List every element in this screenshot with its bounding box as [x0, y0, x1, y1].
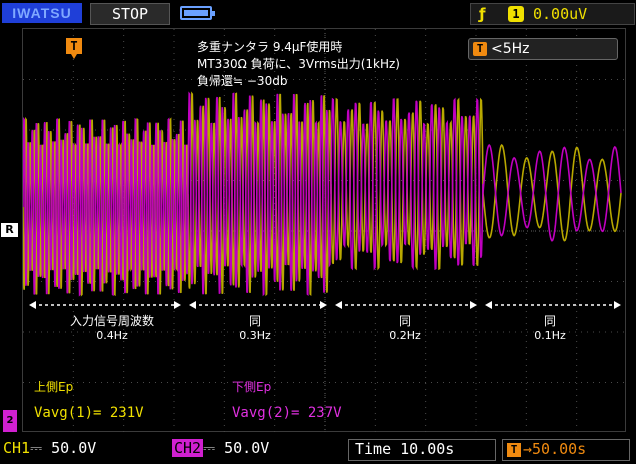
segment-arrow-right-icon — [320, 301, 327, 309]
reference-marker[interactable]: R — [1, 223, 18, 237]
delay-trigger-badge: T — [507, 442, 521, 457]
top-status-bar: IWATSU STOP ƒ 1 0.00uV — [0, 0, 636, 26]
bottom-status-bar: CH1⎓ 50.0V CH2 ⎓ 50.0V Time 10.00s T →50.0… — [0, 436, 636, 464]
upper-ep-label: 上側Ep — [34, 380, 74, 394]
segment-title: 入力信号周波数 — [69, 314, 154, 328]
battery-icon — [180, 6, 215, 20]
trigger-delay-box[interactable]: T →50.00s — [502, 439, 630, 461]
ch1-label: CH1 — [3, 439, 31, 457]
waveform-display[interactable] — [22, 28, 627, 433]
segment-arrow-left-icon — [29, 301, 36, 309]
waveform-plot — [23, 29, 627, 433]
segment-label-3: 同 0.2Hz — [350, 312, 460, 342]
segment-arrow-right-icon — [614, 301, 621, 309]
segment-label-4: 同 0.1Hz — [495, 312, 605, 342]
time-value: 10.00s — [400, 440, 455, 458]
trigger-position-marker[interactable]: T — [66, 38, 82, 59]
ch1-scale-box[interactable]: CH1⎓ 50.0V — [3, 439, 163, 461]
segment-title: 同 — [543, 314, 556, 328]
timebase-box[interactable]: Time 10.00s — [348, 439, 496, 461]
segment-arrow-right-icon — [174, 301, 181, 309]
trigger-status[interactable]: ƒ 1 0.00uV — [470, 3, 635, 25]
filter-trigger-badge: T — [473, 42, 487, 56]
segment-frequency: 0.4Hz — [96, 329, 128, 342]
filter-indicator[interactable]: T <5Hz — [468, 38, 618, 60]
trigger-level: 0.00uV — [533, 5, 588, 23]
filter-label: <5Hz — [491, 41, 530, 57]
brand-logo: IWATSU — [2, 3, 82, 23]
ch2-scale-box[interactable]: CH2 ⎓ 50.0V — [172, 439, 332, 461]
segment-frequency: 0.2Hz — [389, 329, 421, 342]
segment-frequency: 0.3Hz — [239, 329, 271, 342]
segment-arrow-left-icon — [335, 301, 342, 309]
segment-arrow-left-icon — [485, 301, 492, 309]
segment-label-2: 同 0.3Hz — [200, 312, 310, 342]
delay-value: →50.00s — [523, 440, 587, 458]
dc-coupling-icon: ⎓ — [203, 439, 216, 457]
ch2-ground-marker[interactable]: 2 — [3, 410, 17, 432]
rising-edge-icon: ƒ — [479, 5, 486, 23]
annotation-line-1: 多重ナンタラ 9.4μF使用時 — [197, 40, 343, 54]
lower-ep-label: 下側Ep — [232, 380, 272, 394]
annotation-line-2: MT330Ω 負荷に、3Vrms出力(1kHz) — [197, 57, 400, 71]
run-stop-status[interactable]: STOP — [90, 3, 170, 25]
segment-label-1: 入力信号周波数 0.4Hz — [52, 312, 172, 342]
segment-title: 同 — [248, 314, 261, 328]
ch2-label: CH2 — [172, 439, 204, 457]
segment-arrow-right-icon — [470, 301, 477, 309]
vavg-ch2-readout: Vavg(2)= 237V — [232, 405, 342, 421]
ch2-scale: 50.0V — [224, 439, 270, 457]
annotation-line-3: 負帰還≒ −30db — [197, 74, 288, 88]
segment-arrow-left-icon — [189, 301, 196, 309]
dc-coupling-icon: ⎓ — [30, 439, 43, 457]
vavg-ch1-readout: Vavg(1)= 231V — [34, 405, 144, 421]
ch1-scale: 50.0V — [51, 439, 97, 457]
segment-title: 同 — [398, 314, 411, 328]
time-label: Time — [355, 440, 392, 458]
segment-frequency: 0.1Hz — [534, 329, 566, 342]
trigger-channel-badge: 1 — [508, 6, 524, 22]
